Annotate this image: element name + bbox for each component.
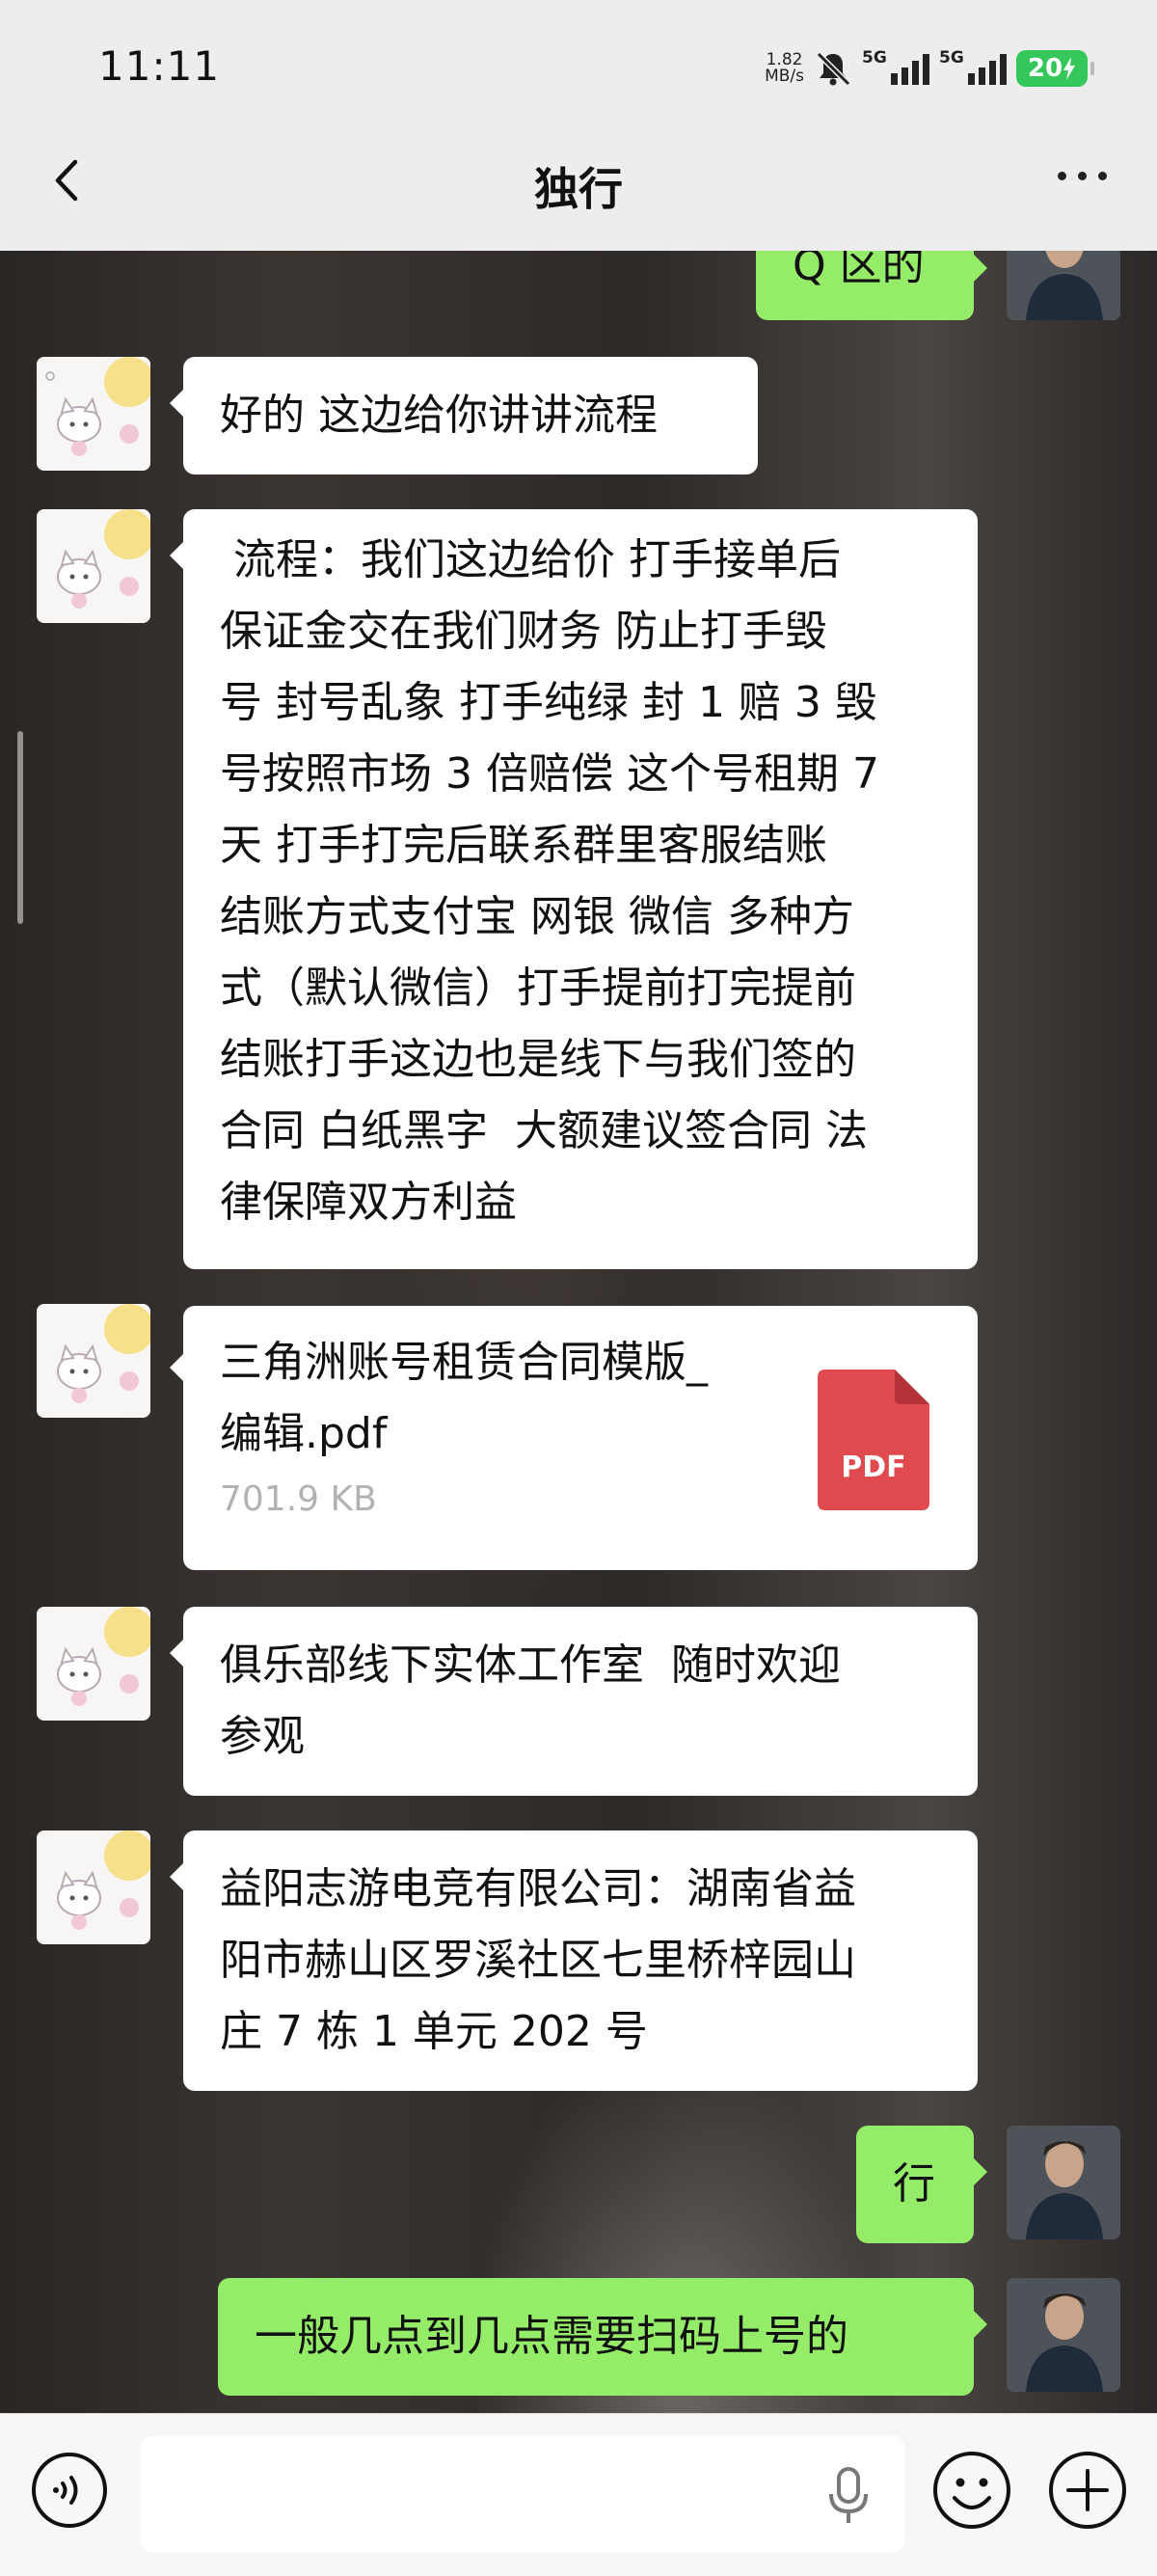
contact-avatar[interactable] — [37, 1304, 150, 1418]
cartoon-cat-avatar-icon — [37, 509, 150, 623]
message-line: 式（默认微信）打手提前打完提前 — [220, 963, 856, 1013]
file-name: 三角洲账号租赁合同模版_ 编辑.pdf — [220, 1327, 779, 1470]
status-indicators: 1.82 MB/s 5G 5G 20 — [765, 44, 1094, 93]
message-line: 号 封号乱象 打手纯绿 封 1 赔 3 毁 — [220, 678, 877, 727]
scrollbar[interactable] — [17, 731, 23, 924]
my-avatar[interactable] — [1007, 2278, 1120, 2392]
chat-title: 独行 — [534, 163, 623, 215]
person-photo-icon — [1007, 2126, 1120, 2239]
message-text: 一般几点到几点需要扫码上号的 — [255, 2312, 848, 2361]
signal-strength-icon-2: 5G — [939, 48, 1007, 85]
more-options-button[interactable] — [1058, 172, 1107, 180]
person-photo-icon — [1007, 2278, 1120, 2392]
file-size: 701.9 KB — [220, 1479, 377, 1519]
contact-avatar[interactable] — [37, 509, 150, 623]
message-line: 庄 7 栋 1 单元 202 号 — [220, 2007, 648, 2056]
battery-indicator: 20 — [1016, 50, 1094, 87]
contact-avatar[interactable] — [37, 1607, 150, 1721]
emoji-icon[interactable] — [931, 2450, 1012, 2531]
message-bubble-outgoing[interactable]: 一般几点到几点需要扫码上号的 — [218, 2278, 987, 2396]
cartoon-cat-avatar-icon — [37, 1304, 150, 1418]
status-time: 11:11 — [98, 42, 221, 90]
message-line: 保证金交在我们财务 防止打手毁 — [220, 607, 827, 656]
voice-input-icon[interactable] — [31, 2452, 108, 2529]
more-dot-icon — [1098, 172, 1107, 180]
message-line: 律保障双方利益 — [220, 1178, 517, 1227]
message-bubble-outgoing[interactable]: 行 — [856, 2126, 987, 2243]
net-speed-unit: MB/s — [765, 67, 804, 86]
charging-bolt-icon — [1063, 57, 1076, 80]
more-dot-icon — [1078, 172, 1087, 180]
pdf-file-icon — [818, 1369, 929, 1510]
message-input[interactable] — [141, 2436, 904, 2552]
more-dot-icon — [1058, 172, 1066, 180]
message-bubble-incoming[interactable]: 流程：我们这边给价 打手接单后 保证金交在我们财务 防止打手毁 号 封号乱象 打… — [170, 509, 978, 1269]
mute-bell-icon — [816, 51, 851, 87]
message-bubble-incoming[interactable]: 俱乐部线下实体工作室 随时欢迎 参观 — [170, 1607, 978, 1796]
file-name-line: 三角洲账号租赁合同模版_ — [220, 1338, 708, 1387]
message-line: 合同 白纸黑字 大额建议签合同 法 — [220, 1106, 868, 1155]
message-line: 天 打手打完后联系群里客服结账 — [220, 821, 827, 870]
message-line: 阳市赫山区罗溪社区七里桥梓园山 — [220, 1936, 856, 1985]
cartoon-cat-avatar-icon — [37, 1607, 150, 1721]
signal-label-2: 5G — [939, 48, 964, 68]
message-bubble-incoming[interactable]: 益阳志游电竞有限公司：湖南省益 阳市赫山区罗溪社区七里桥梓园山 庄 7 栋 1 … — [170, 1830, 978, 2091]
file-name-line: 编辑.pdf — [220, 1409, 388, 1458]
message-line: 结账方式支付宝 网银 微信 多种方 — [220, 892, 854, 941]
signal-label: 5G — [862, 48, 887, 68]
pdf-icon-label: PDF — [841, 1451, 906, 1484]
battery-level: 20 — [1027, 54, 1063, 83]
cartoon-cat-avatar-icon — [37, 357, 150, 471]
microphone-icon[interactable] — [827, 2467, 870, 2525]
contact-avatar[interactable] — [37, 1830, 150, 1944]
net-speed: 1.82 MB/s — [765, 52, 804, 85]
message-bubble-incoming[interactable]: 好的 这边给你讲讲流程 — [170, 357, 758, 475]
signal-strength-icon: 5G — [862, 48, 929, 85]
message-line: 结账打手这边也是线下与我们签的 — [220, 1035, 856, 1084]
my-avatar[interactable] — [1007, 2126, 1120, 2239]
message-text: 好的 这边给你讲讲流程 — [220, 391, 658, 440]
message-line: 益阳志游电竞有限公司：湖南省益 — [220, 1864, 856, 1913]
message-line: 参观 — [220, 1712, 305, 1761]
message-line: 号按照市场 3 倍赔偿 这个号租期 7 — [220, 749, 879, 799]
contact-avatar[interactable] — [37, 357, 150, 471]
cartoon-cat-avatar-icon — [37, 1830, 150, 1944]
message-line: 俱乐部线下实体工作室 随时欢迎 — [220, 1641, 841, 1690]
message-text: 行 — [893, 2159, 935, 2209]
message-line: 流程：我们这边给价 打手接单后 — [220, 535, 841, 584]
file-attachment-card[interactable]: 三角洲账号租赁合同模版_ 编辑.pdf 701.9 KB PDF — [170, 1306, 978, 1570]
more-functions-plus-icon[interactable] — [1047, 2450, 1128, 2531]
